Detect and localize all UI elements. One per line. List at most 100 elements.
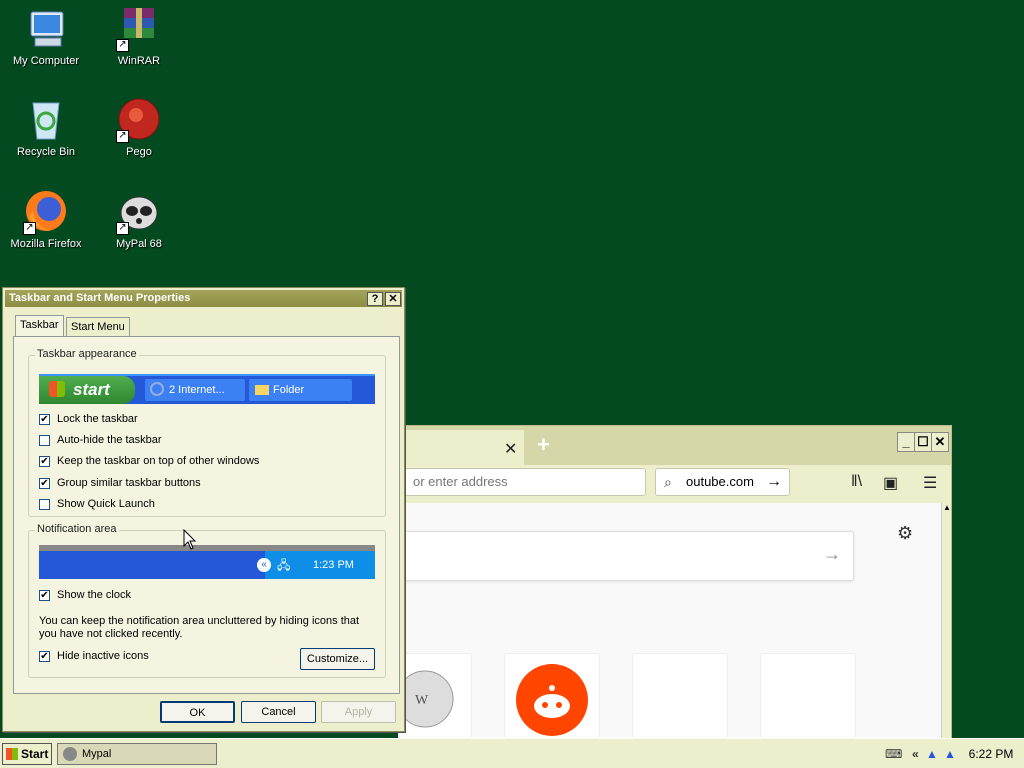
group-label: Notification area bbox=[35, 523, 119, 535]
expand-chevron-icon: « bbox=[257, 558, 271, 572]
address-bar[interactable]: or enter address bbox=[404, 468, 646, 496]
firefox-icon: ↗ bbox=[23, 189, 69, 235]
minimize-button[interactable]: _ bbox=[897, 432, 915, 452]
checkbox-label: Hide inactive icons bbox=[57, 650, 149, 662]
clock[interactable]: 6:22 PM bbox=[960, 743, 1022, 765]
taskbar-tab-panel: Taskbar appearance start 2 Internet... F… bbox=[13, 336, 400, 694]
go-arrow-icon[interactable]: → bbox=[766, 469, 782, 495]
checkbox-label: Group similar taskbar buttons bbox=[57, 477, 201, 489]
desktop-icon-label: WinRAR bbox=[117, 55, 161, 67]
show-clock-checkbox[interactable]: ✔ bbox=[39, 590, 50, 601]
auto-hide-checkbox[interactable] bbox=[39, 435, 50, 446]
close-tab-icon[interactable]: ✕ bbox=[504, 439, 517, 459]
notification-area-group: Notification area « 🖧 1:23 PM ✔ Show the… bbox=[28, 523, 386, 678]
desktop-icon-label: MyPal 68 bbox=[116, 238, 162, 250]
mypal-icon: ↗ bbox=[116, 189, 162, 235]
settings-gear-icon[interactable]: ⚙ bbox=[897, 523, 913, 544]
mouse-cursor-icon bbox=[183, 529, 197, 550]
desktop-icon-firefox[interactable]: ↗ Mozilla Firefox bbox=[1, 189, 91, 250]
group-similar-checkbox[interactable]: ✔ bbox=[39, 478, 50, 489]
help-button[interactable]: ? bbox=[367, 292, 383, 306]
notification-description: You can keep the notification area unclu… bbox=[39, 615, 360, 640]
cancel-button[interactable]: Cancel bbox=[241, 701, 316, 723]
maximize-button[interactable]: ☐ bbox=[914, 432, 932, 452]
browser-window[interactable]: ✕ + _ ☐ ✕ or enter address ⌕ outube.com … bbox=[396, 425, 952, 742]
search-arrow-icon[interactable]: → bbox=[823, 544, 841, 565]
top-site-wikipedia[interactable]: W bbox=[396, 653, 472, 741]
search-box[interactable]: ⌕ outube.com → bbox=[655, 468, 790, 496]
new-tab-button[interactable]: + bbox=[537, 432, 550, 458]
ok-button[interactable]: OK bbox=[160, 701, 235, 723]
page-search-box[interactable]: → bbox=[404, 531, 854, 581]
shortcut-arrow-icon: ↗ bbox=[116, 222, 129, 235]
tab-start-menu[interactable]: Start Menu bbox=[66, 317, 130, 336]
dialog-title: Taskbar and Start Menu Properties bbox=[9, 292, 191, 304]
ie-icon bbox=[150, 382, 164, 396]
keep-on-top-checkbox[interactable]: ✔ bbox=[39, 456, 50, 467]
svg-text:W: W bbox=[415, 693, 429, 708]
desktop-icon-mypal[interactable]: ↗ MyPal 68 bbox=[94, 189, 184, 250]
new-tab-page: ⚙ → W bbox=[396, 503, 941, 741]
keyboard-icon[interactable]: ⌨ bbox=[885, 747, 902, 761]
browser-toolbar: or enter address ⌕ outube.com → ‖\ ▣ ☰ bbox=[404, 465, 951, 503]
taskbar-appearance-group: Taskbar appearance start 2 Internet... F… bbox=[28, 348, 386, 517]
taskbar: Start Mypal ⌨ « ▲ ▲ 6:22 PM bbox=[0, 738, 1024, 768]
tab-taskbar[interactable]: Taskbar bbox=[15, 315, 64, 336]
mypal-icon bbox=[63, 747, 77, 761]
tray-expand-icon[interactable]: « bbox=[912, 747, 919, 761]
desktop-icon-label: Mozilla Firefox bbox=[10, 238, 82, 250]
browser-tab[interactable]: ✕ bbox=[404, 430, 524, 465]
top-site-empty[interactable] bbox=[632, 653, 728, 741]
group-label: Taskbar appearance bbox=[35, 348, 139, 360]
shortcut-arrow-icon: ↗ bbox=[116, 130, 129, 143]
preview-tray: « 🖧 1:23 PM bbox=[257, 551, 375, 579]
preview-ie-button: 2 Internet... bbox=[145, 379, 245, 401]
search-text: outube.com bbox=[686, 474, 754, 489]
desktop-icon-pego[interactable]: ↗ Pego bbox=[94, 97, 184, 158]
desktop-icon-label: My Computer bbox=[12, 55, 80, 67]
checkbox-label: Show Quick Launch bbox=[57, 498, 155, 510]
tray-app-icon[interactable]: ▲ bbox=[944, 747, 956, 761]
desktop-icon-recycle-bin[interactable]: Recycle Bin bbox=[1, 97, 91, 158]
pego-icon: ↗ bbox=[116, 97, 162, 143]
scroll-up-icon[interactable]: ▲ bbox=[943, 503, 951, 512]
shortcut-arrow-icon: ↗ bbox=[23, 222, 36, 235]
shortcut-arrow-icon: ↗ bbox=[116, 39, 129, 52]
top-site-reddit[interactable] bbox=[504, 653, 600, 741]
winrar-icon: ↗ bbox=[116, 6, 162, 52]
preview-folder-button: Folder bbox=[249, 379, 352, 401]
close-window-button[interactable]: ✕ bbox=[931, 432, 949, 452]
sidebar-icon[interactable]: ▣ bbox=[883, 473, 898, 493]
preview-start-button: start bbox=[39, 376, 135, 404]
browser-tab-bar: ✕ + _ ☐ ✕ bbox=[404, 426, 951, 465]
desktop-icon-my-computer[interactable]: My Computer bbox=[1, 6, 91, 67]
apply-button[interactable]: Apply bbox=[321, 701, 396, 723]
taskbar-item-mypal[interactable]: Mypal bbox=[57, 743, 217, 765]
checkbox-label: Show the clock bbox=[57, 589, 131, 601]
customize-button[interactable]: Customize... bbox=[300, 648, 375, 670]
network-icon: 🖧 bbox=[277, 558, 291, 572]
menu-icon[interactable]: ☰ bbox=[923, 473, 937, 493]
tray-app-icon[interactable]: ▲ bbox=[926, 747, 938, 761]
desktop-icon-winrar[interactable]: ↗ WinRAR bbox=[94, 6, 184, 67]
dialog-title-bar[interactable]: Taskbar and Start Menu Properties ? ✕ bbox=[5, 290, 402, 307]
desktop-icon-label: Pego bbox=[126, 146, 152, 158]
checkbox-label: Auto-hide the taskbar bbox=[57, 434, 162, 446]
taskbar-preview: start 2 Internet... Folder bbox=[39, 374, 375, 404]
lock-taskbar-checkbox[interactable]: ✔ bbox=[39, 414, 50, 425]
close-dialog-button[interactable]: ✕ bbox=[385, 292, 401, 306]
hide-inactive-checkbox[interactable]: ✔ bbox=[39, 651, 50, 662]
windows-logo-icon bbox=[6, 748, 18, 760]
folder-icon bbox=[255, 385, 269, 395]
notification-preview: « 🖧 1:23 PM bbox=[39, 545, 375, 579]
scrollbar[interactable]: ▲ bbox=[941, 503, 951, 741]
checkbox-label: Keep the taskbar on top of other windows bbox=[57, 455, 260, 467]
checkbox-label: Lock the taskbar bbox=[57, 413, 138, 425]
quick-launch-checkbox[interactable] bbox=[39, 499, 50, 510]
start-button[interactable]: Start bbox=[2, 743, 52, 765]
computer-icon bbox=[23, 6, 69, 52]
search-icon: ⌕ bbox=[664, 474, 672, 490]
library-icon[interactable]: ‖\ bbox=[851, 473, 862, 491]
reddit-icon bbox=[516, 664, 588, 736]
top-site-empty[interactable] bbox=[760, 653, 856, 741]
